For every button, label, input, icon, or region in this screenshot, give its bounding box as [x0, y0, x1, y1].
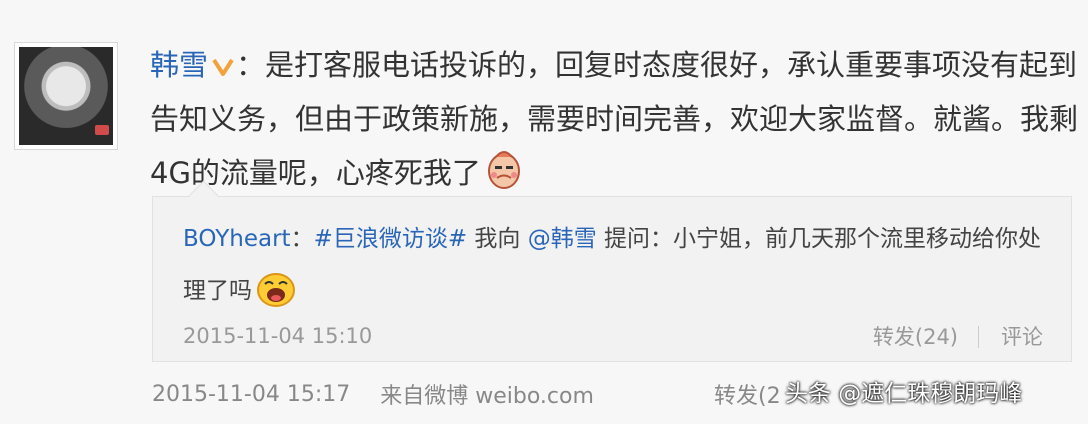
quoted-comment-button[interactable]: 评论	[1001, 325, 1043, 349]
laughing-face-icon	[256, 272, 296, 327]
topic-link[interactable]: #巨浪微访谈#	[314, 226, 468, 252]
quoted-footer: 2015-11-04 15:10 转发(24) 评论	[183, 321, 1043, 351]
action-divider	[978, 326, 979, 348]
verified-v-icon	[212, 39, 234, 76]
weibo-post-card: 韩雪 ：是打客服电话投诉的，回复时态度很好，承认重要事项没有起到告知义务，但由于政…	[0, 0, 1088, 424]
author-colon: ：	[236, 48, 266, 82]
watermark-text: 头条 @遮仁珠穆朗玛峰	[785, 381, 1023, 407]
quoted-colon: ：	[290, 226, 314, 252]
avatar-badge-icon	[95, 125, 109, 135]
quoted-text-block: BOYheart：#巨浪微访谈# 我向 @韩雪 提问：小宁姐，前几天那个流里移动…	[183, 213, 1053, 327]
avatar[interactable]	[14, 42, 118, 150]
quoted-text-1: 我向	[467, 226, 528, 252]
quoted-timestamp[interactable]: 2015-11-04 15:10	[183, 324, 372, 348]
post-source[interactable]: 来自微博 weibo.com	[380, 378, 594, 410]
quoted-actions: 转发(24) 评论	[853, 321, 1043, 351]
post-repost-button[interactable]: 转发(2	[714, 378, 781, 410]
post-author-name[interactable]: 韩雪	[150, 48, 208, 82]
avatar-image	[19, 47, 113, 145]
post-content: 是打客服电话投诉的，回复时态度很好，承认重要事项没有起到告知义务，但由于政策新施…	[150, 48, 1079, 190]
quoted-repost-button[interactable]: 转发(24)	[873, 325, 958, 349]
post-timestamp[interactable]: 2015-11-04 15:17	[152, 382, 350, 407]
post-text-block: 韩雪 ：是打客服电话投诉的，回复时态度很好，承认重要事项没有起到告知义务，但由于政…	[150, 38, 1080, 206]
post-body: 韩雪 ：是打客服电话投诉的，回复时态度很好，承认重要事项没有起到告知义务，但由于政…	[150, 38, 1080, 206]
mention-link[interactable]: @韩雪	[528, 226, 597, 252]
quoted-post: BOYheart：#巨浪微访谈# 我向 @韩雪 提问：小宁姐，前几天那个流里移动…	[152, 180, 1072, 362]
quoted-user-link[interactable]: BOYheart	[183, 226, 291, 252]
